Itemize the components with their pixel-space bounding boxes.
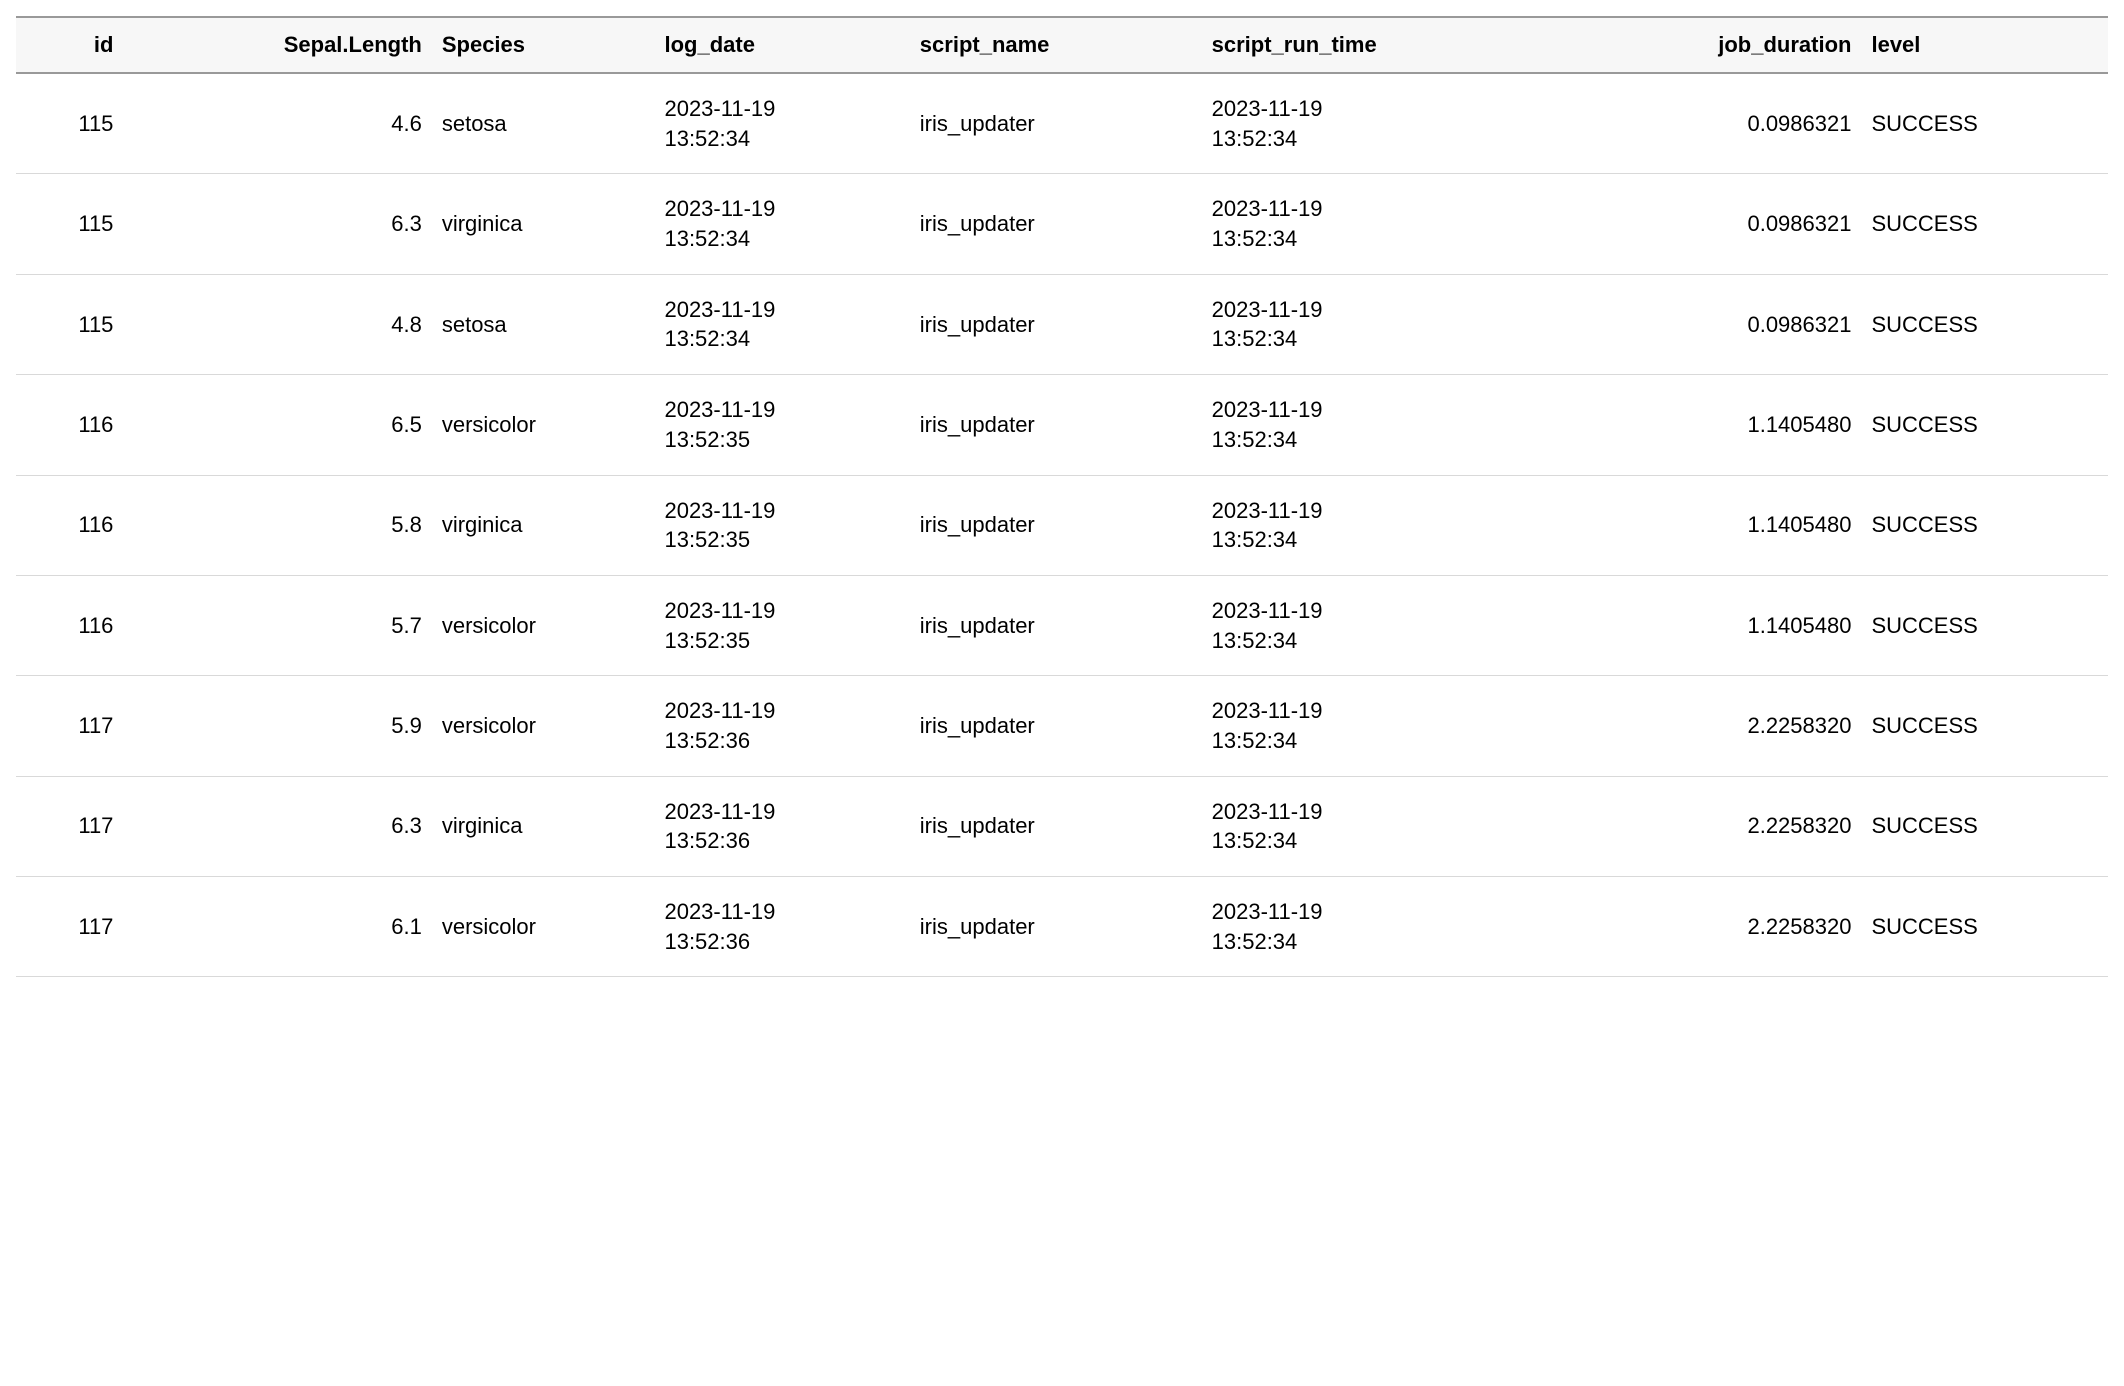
cell-sepal-length: 6.1: [123, 877, 431, 977]
table-row: 1166.5versicolor2023-11-1913:52:35iris_u…: [16, 375, 2108, 475]
cell-log-date: 2023-11-1913:52:35: [654, 375, 909, 475]
cell-script-name: iris_updater: [910, 274, 1202, 374]
cell-id: 115: [16, 174, 123, 274]
cell-level: SUCCESS: [1861, 375, 2108, 475]
cell-sepal-length: 6.3: [123, 776, 431, 876]
cell-id: 117: [16, 877, 123, 977]
cell-log-date: 2023-11-1913:52:35: [654, 475, 909, 575]
cell-sepal-length: 4.8: [123, 274, 431, 374]
cell-script-name: iris_updater: [910, 375, 1202, 475]
cell-script-name: iris_updater: [910, 73, 1202, 174]
cell-script-run-time: 2023-11-1913:52:34: [1202, 274, 1563, 374]
cell-job-duration: 1.1405480: [1563, 475, 1862, 575]
col-header-species: Species: [432, 17, 655, 73]
cell-level: SUCCESS: [1861, 676, 2108, 776]
cell-id: 116: [16, 475, 123, 575]
table-header: id Sepal.Length Species log_date script_…: [16, 17, 2108, 73]
cell-level: SUCCESS: [1861, 475, 2108, 575]
cell-species: virginica: [432, 776, 655, 876]
col-header-job-duration: job_duration: [1563, 17, 1862, 73]
table-row: 1165.8virginica2023-11-1913:52:35iris_up…: [16, 475, 2108, 575]
col-header-level: level: [1861, 17, 2108, 73]
col-header-script-name: script_name: [910, 17, 1202, 73]
cell-id: 116: [16, 575, 123, 675]
cell-job-duration: 0.0986321: [1563, 174, 1862, 274]
cell-species: versicolor: [432, 676, 655, 776]
cell-sepal-length: 5.8: [123, 475, 431, 575]
table-row: 1154.8setosa2023-11-1913:52:34iris_updat…: [16, 274, 2108, 374]
cell-id: 115: [16, 274, 123, 374]
table-body: 1154.6setosa2023-11-1913:52:34iris_updat…: [16, 73, 2108, 977]
cell-script-run-time: 2023-11-1913:52:34: [1202, 575, 1563, 675]
cell-log-date: 2023-11-1913:52:34: [654, 174, 909, 274]
cell-id: 117: [16, 676, 123, 776]
cell-script-name: iris_updater: [910, 575, 1202, 675]
cell-script-name: iris_updater: [910, 877, 1202, 977]
cell-script-run-time: 2023-11-1913:52:34: [1202, 776, 1563, 876]
cell-job-duration: 1.1405480: [1563, 375, 1862, 475]
cell-log-date: 2023-11-1913:52:36: [654, 676, 909, 776]
cell-job-duration: 0.0986321: [1563, 274, 1862, 374]
cell-script-run-time: 2023-11-1913:52:34: [1202, 73, 1563, 174]
table-row: 1176.1versicolor2023-11-1913:52:36iris_u…: [16, 877, 2108, 977]
cell-log-date: 2023-11-1913:52:36: [654, 877, 909, 977]
cell-sepal-length: 5.9: [123, 676, 431, 776]
cell-species: virginica: [432, 174, 655, 274]
cell-job-duration: 2.2258320: [1563, 776, 1862, 876]
table-row: 1156.3virginica2023-11-1913:52:34iris_up…: [16, 174, 2108, 274]
cell-id: 117: [16, 776, 123, 876]
cell-job-duration: 2.2258320: [1563, 676, 1862, 776]
cell-level: SUCCESS: [1861, 776, 2108, 876]
table-row: 1165.7versicolor2023-11-1913:52:35iris_u…: [16, 575, 2108, 675]
cell-level: SUCCESS: [1861, 174, 2108, 274]
cell-job-duration: 2.2258320: [1563, 877, 1862, 977]
table-row: 1175.9versicolor2023-11-1913:52:36iris_u…: [16, 676, 2108, 776]
cell-job-duration: 1.1405480: [1563, 575, 1862, 675]
cell-script-run-time: 2023-11-1913:52:34: [1202, 174, 1563, 274]
col-header-id: id: [16, 17, 123, 73]
cell-sepal-length: 5.7: [123, 575, 431, 675]
cell-log-date: 2023-11-1913:52:34: [654, 274, 909, 374]
cell-species: setosa: [432, 274, 655, 374]
cell-script-name: iris_updater: [910, 475, 1202, 575]
cell-level: SUCCESS: [1861, 274, 2108, 374]
col-header-log-date: log_date: [654, 17, 909, 73]
table-row: 1154.6setosa2023-11-1913:52:34iris_updat…: [16, 73, 2108, 174]
col-header-script-run-time: script_run_time: [1202, 17, 1563, 73]
cell-log-date: 2023-11-1913:52:34: [654, 73, 909, 174]
data-table: id Sepal.Length Species log_date script_…: [16, 16, 2108, 977]
cell-level: SUCCESS: [1861, 877, 2108, 977]
cell-script-name: iris_updater: [910, 776, 1202, 876]
cell-sepal-length: 6.3: [123, 174, 431, 274]
table-row: 1176.3virginica2023-11-1913:52:36iris_up…: [16, 776, 2108, 876]
cell-job-duration: 0.0986321: [1563, 73, 1862, 174]
cell-log-date: 2023-11-1913:52:36: [654, 776, 909, 876]
cell-id: 116: [16, 375, 123, 475]
cell-id: 115: [16, 73, 123, 174]
cell-log-date: 2023-11-1913:52:35: [654, 575, 909, 675]
header-row: id Sepal.Length Species log_date script_…: [16, 17, 2108, 73]
cell-script-run-time: 2023-11-1913:52:34: [1202, 877, 1563, 977]
cell-species: virginica: [432, 475, 655, 575]
cell-sepal-length: 4.6: [123, 73, 431, 174]
cell-script-name: iris_updater: [910, 174, 1202, 274]
cell-species: versicolor: [432, 877, 655, 977]
cell-script-run-time: 2023-11-1913:52:34: [1202, 375, 1563, 475]
cell-level: SUCCESS: [1861, 73, 2108, 174]
cell-level: SUCCESS: [1861, 575, 2108, 675]
cell-sepal-length: 6.5: [123, 375, 431, 475]
col-header-sepal-length: Sepal.Length: [123, 17, 431, 73]
cell-species: versicolor: [432, 375, 655, 475]
cell-species: setosa: [432, 73, 655, 174]
cell-script-run-time: 2023-11-1913:52:34: [1202, 475, 1563, 575]
cell-species: versicolor: [432, 575, 655, 675]
cell-script-name: iris_updater: [910, 676, 1202, 776]
cell-script-run-time: 2023-11-1913:52:34: [1202, 676, 1563, 776]
